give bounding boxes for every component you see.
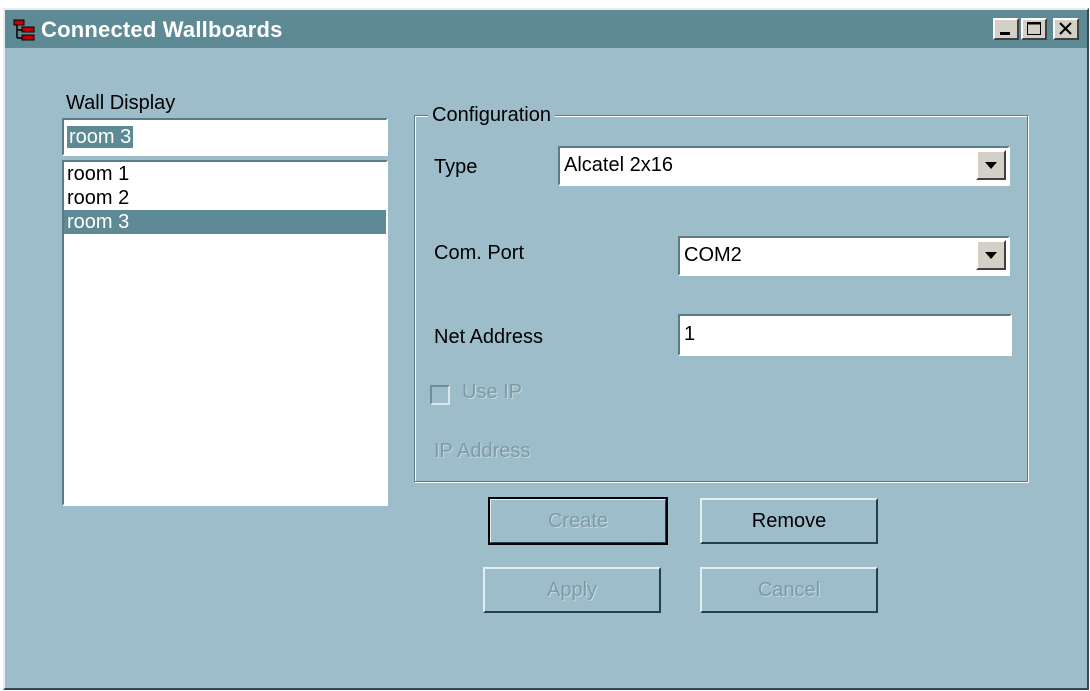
close-icon [1059,22,1072,35]
cancel-button[interactable]: Cancel [700,567,878,613]
type-select[interactable]: Alcatel 2x16 [558,146,1010,186]
com-port-value: COM2 [684,244,742,266]
chevron-down-icon [985,252,997,259]
use-ip-label: Use IP [462,381,523,403]
wallboard-app-icon [13,19,35,41]
list-item[interactable]: room 1 [64,162,386,186]
com-port-label: Com. Port [434,242,525,264]
title-bar[interactable]: Connected Wallboards [5,10,1087,48]
com-port-select[interactable]: COM2 [678,236,1010,276]
type-dropdown-button[interactable] [976,150,1006,180]
wall-display-label: Wall Display [66,92,176,114]
type-value: Alcatel 2x16 [564,154,673,176]
apply-button[interactable]: Apply [483,567,661,613]
remove-button[interactable]: Remove [700,498,878,544]
configuration-legend: Configuration [428,104,555,127]
wall-display-list[interactable]: room 1 room 2 room 3 [62,160,388,506]
window-title: Connected Wallboards [41,17,283,42]
ip-address-label: IP Address [434,440,531,462]
maximize-icon [1027,22,1041,35]
use-ip-checkbox[interactable] [430,385,450,405]
wall-name-input[interactable]: room 3 [62,118,388,156]
net-address-label: Net Address [434,326,543,348]
maximize-button[interactable] [1021,18,1047,40]
create-button[interactable]: Create [488,497,668,545]
list-item-selected[interactable]: room 3 [64,210,386,234]
close-button[interactable] [1053,18,1079,40]
minimize-icon [1000,32,1010,35]
wall-name-value: room 3 [67,126,134,148]
net-address-input[interactable]: 1 [678,314,1012,356]
com-port-dropdown-button[interactable] [976,240,1006,270]
type-label: Type [434,156,478,178]
minimize-button[interactable] [993,18,1019,40]
list-item[interactable]: room 2 [64,186,386,210]
chevron-down-icon [985,162,997,169]
